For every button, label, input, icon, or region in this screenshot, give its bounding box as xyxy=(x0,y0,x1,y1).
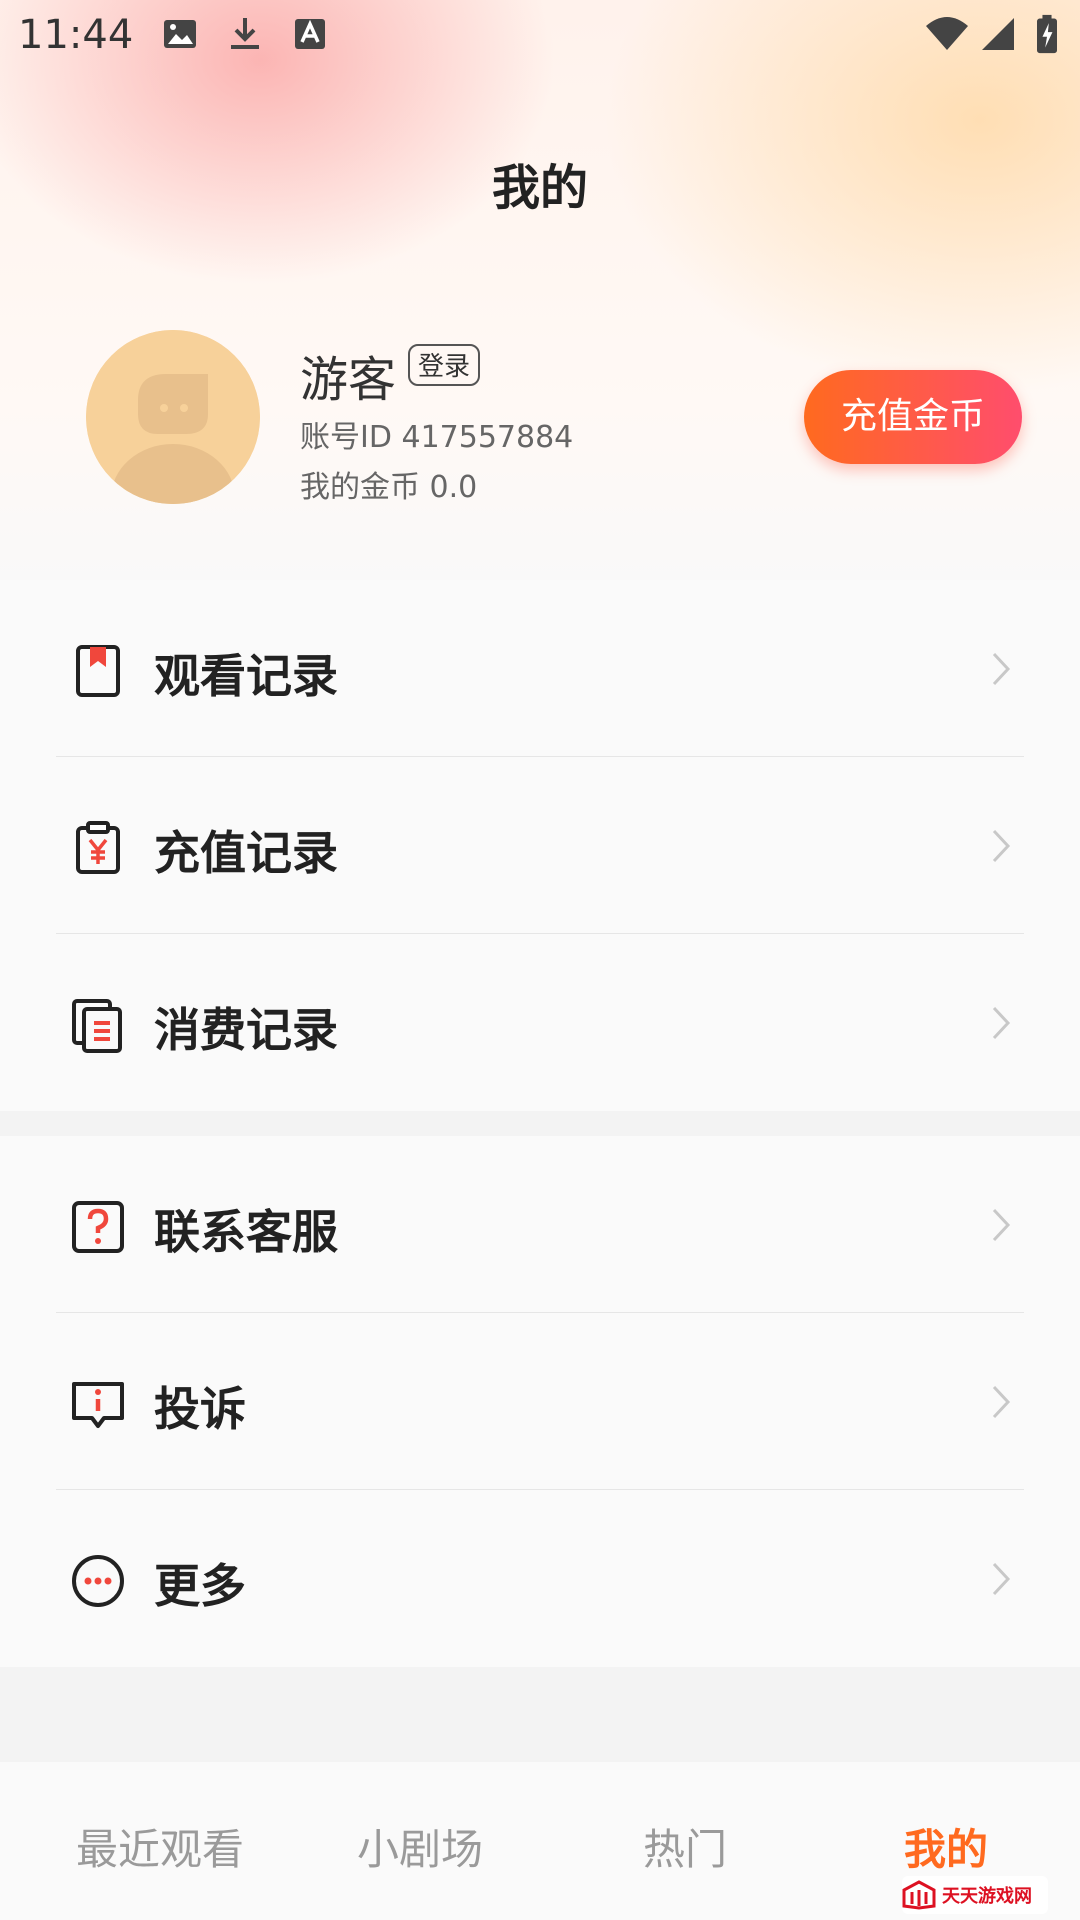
menu-item-customer-service[interactable]: 联系客服 xyxy=(0,1136,1080,1313)
nav-tab-recent[interactable]: 最近观看 xyxy=(30,1816,290,1877)
download-icon xyxy=(231,18,259,49)
coin-balance: 我的金币 0.0 xyxy=(300,470,478,505)
menu-item-spending-history[interactable]: 消费记录 xyxy=(0,934,1080,1111)
documents-icon xyxy=(72,999,122,1053)
watermark: 天天游戏网 xyxy=(902,1876,1048,1914)
chevron-right-icon xyxy=(992,652,1011,686)
login-button[interactable]: 登录 xyxy=(408,344,480,386)
status-time: 11:44 xyxy=(18,12,134,58)
menu-item-label: 更多 xyxy=(154,1559,246,1613)
status-bar: 11:44 xyxy=(0,0,1080,72)
menu-group-support: 联系客服 投诉 更多 xyxy=(0,1136,1080,1667)
menu-item-label: 观看记录 xyxy=(154,649,338,703)
nav-tab-mine[interactable]: 我的 xyxy=(816,1816,1076,1877)
report-icon xyxy=(72,1382,124,1428)
bookmark-icon xyxy=(76,645,120,697)
battery-charging-icon xyxy=(1037,14,1057,54)
menu-item-watch-history[interactable]: 观看记录 xyxy=(0,580,1080,757)
menu-item-recharge-history[interactable]: 充值记录 xyxy=(0,757,1080,934)
bottom-nav: 最近观看 小剧场 热门 我的 天天游戏网 xyxy=(0,1762,1080,1920)
page-title: 我的 xyxy=(491,160,588,216)
more-icon xyxy=(72,1555,124,1607)
account-id: 账号ID 417557884 xyxy=(300,420,574,455)
recharge-coins-button[interactable]: 充值金币 xyxy=(804,370,1022,464)
signal-icon xyxy=(982,18,1014,50)
yuan-clipboard-icon xyxy=(76,821,120,874)
chevron-right-icon xyxy=(992,1385,1011,1419)
watermark-text: 天天游戏网 xyxy=(942,1886,1032,1907)
image-icon xyxy=(164,20,196,48)
menu-group-records: 观看记录 充值记录 消费记录 xyxy=(0,580,1080,1111)
nav-tab-theater[interactable]: 小剧场 xyxy=(290,1816,550,1877)
menu-item-label: 投诉 xyxy=(154,1382,246,1436)
question-icon xyxy=(72,1201,124,1253)
chevron-right-icon xyxy=(992,829,1011,863)
avatar[interactable] xyxy=(86,330,260,504)
nav-tab-hot[interactable]: 热门 xyxy=(555,1816,815,1877)
menu-item-label: 消费记录 xyxy=(154,1003,338,1057)
wifi-icon xyxy=(926,17,968,50)
menu-item-label: 联系客服 xyxy=(154,1205,338,1259)
chevron-right-icon xyxy=(992,1208,1011,1242)
chevron-right-icon xyxy=(992,1006,1011,1040)
default-avatar-icon xyxy=(86,330,260,504)
watermark-logo-icon xyxy=(902,1880,936,1910)
text-a-icon xyxy=(295,19,325,49)
screen: 11:44 我的 游客 登录 账号ID 417557884 我的金币 0.0 充… xyxy=(0,0,1080,1920)
menu-item-label: 充值记录 xyxy=(154,826,338,880)
menu-item-complaint[interactable]: 投诉 xyxy=(0,1313,1080,1490)
menu-item-more[interactable]: 更多 xyxy=(0,1490,1080,1667)
username: 游客 xyxy=(300,352,397,408)
chevron-right-icon xyxy=(992,1562,1011,1596)
